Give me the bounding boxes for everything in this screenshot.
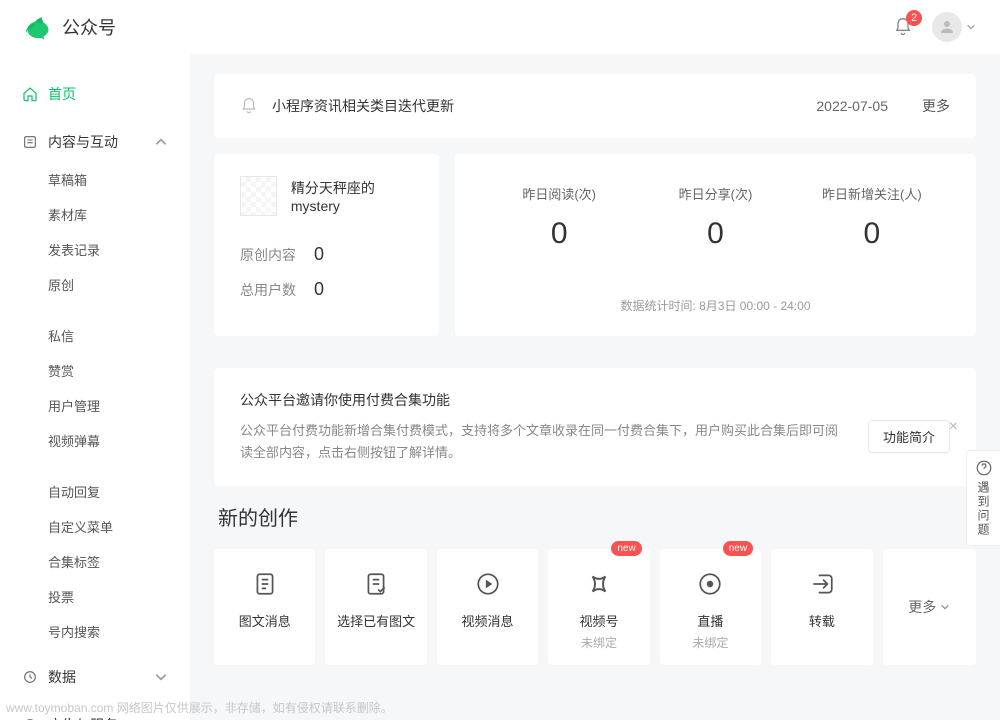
sidebar-group-content[interactable]: 内容与互动	[0, 122, 190, 162]
sidebar-item-reward[interactable]: 赞赏	[48, 353, 190, 388]
invite-button[interactable]: 功能简介	[868, 420, 950, 453]
notice-text[interactable]: 小程序资讯相关类目迭代更新	[272, 96, 802, 116]
notice-date: 2022-07-05	[816, 98, 888, 114]
sidebar-item-vote[interactable]: 投票	[48, 579, 190, 614]
invite-title: 公众平台邀请你使用付费合集功能	[240, 390, 950, 410]
profile-original-row: 原创内容 0	[240, 244, 413, 265]
chevron-down-icon	[940, 602, 950, 612]
footer-watermark: www.toymoban.com 网络图片仅供展示，非存储，如有侵权请联系删除。	[6, 699, 393, 716]
brand: 公众号	[24, 13, 116, 41]
help-sidebar-button[interactable]: 遇到问题	[966, 450, 1000, 546]
sidebar-item-search[interactable]: 号内搜索	[48, 614, 190, 649]
share-icon	[809, 571, 835, 597]
invite-card: 公众平台邀请你使用付费合集功能 公众平台付费功能新增合集付费模式，支持将多个文章…	[214, 368, 976, 486]
new-badge: new	[611, 541, 641, 556]
new-badge: new	[723, 541, 753, 556]
document-icon	[252, 571, 278, 597]
clock-icon	[22, 669, 38, 685]
invite-desc: 公众平台付费功能新增合集付费模式，支持将多个文章收录在同一付费合集下，用户购买此…	[240, 420, 848, 464]
account-name: 精分天秤座的mystery	[291, 178, 413, 214]
sidebar-home[interactable]: 首页	[0, 74, 190, 114]
create-item-channel[interactable]: new 视频号 未绑定	[548, 549, 649, 665]
main: 小程序资讯相关类目迭代更新 2022-07-05 更多 精分天秤座的myster…	[190, 54, 1000, 720]
stat-shares: 昨日分享(次) 0	[637, 176, 793, 287]
sidebar-divider	[48, 302, 190, 318]
bell-icon	[240, 97, 258, 115]
sidebar-group-data[interactable]: 数据	[0, 657, 190, 697]
play-icon	[475, 571, 501, 597]
create-item-video[interactable]: 视频消息	[437, 549, 538, 665]
topbar-actions: 2	[892, 12, 976, 42]
notice-card: 小程序资讯相关类目迭代更新 2022-07-05 更多	[214, 74, 976, 138]
stat-follows: 昨日新增关注(人) 0	[794, 176, 950, 287]
create-section: 新的创作 图文消息 选择已有图文 视频消息 new 视频号	[214, 502, 976, 665]
sidebar-item-menu[interactable]: 自定义菜单	[48, 509, 190, 544]
sidebar: 首页 内容与互动 草稿箱 素材库 发表记录 原创 私信 赞赏 用户管理 视频弹幕…	[0, 54, 190, 720]
topbar: 公众号 2	[0, 0, 1000, 54]
sidebar-item-collection[interactable]: 合集标签	[48, 544, 190, 579]
notice-more[interactable]: 更多	[922, 96, 950, 116]
stats-card: 昨日阅读(次) 0 昨日分享(次) 0 昨日新增关注(人) 0 数据统计时间: …	[455, 154, 976, 336]
stats-foot: 数据统计时间: 8月3日 00:00 - 24:00	[481, 297, 950, 314]
sidebar-home-label: 首页	[48, 84, 168, 104]
sidebar-item-assets[interactable]: 素材库	[48, 197, 190, 232]
sidebar-item-users[interactable]: 用户管理	[48, 388, 190, 423]
record-icon	[697, 571, 723, 597]
sidebar-item-autoreply[interactable]: 自动回复	[48, 474, 190, 509]
notif-badge: 2	[906, 10, 922, 26]
document-check-icon	[363, 571, 389, 597]
account-menu[interactable]	[932, 12, 976, 42]
sidebar-item-drafts[interactable]: 草稿箱	[48, 162, 190, 197]
create-item-repost[interactable]: 转载	[771, 549, 872, 665]
create-title: 新的创作	[218, 502, 976, 531]
notifications-button[interactable]: 2	[892, 16, 914, 38]
account-avatar	[240, 176, 277, 216]
home-icon	[22, 86, 38, 102]
sidebar-item-original[interactable]: 原创	[48, 267, 190, 302]
wechat-logo-icon	[24, 13, 52, 41]
chevron-down-icon	[966, 22, 976, 32]
help-label: 遇到问题	[975, 481, 992, 537]
chevron-down-icon	[154, 670, 168, 684]
create-item-pick[interactable]: 选择已有图文	[325, 549, 426, 665]
sidebar-item-danmu[interactable]: 视频弹幕	[48, 423, 190, 458]
sidebar-item-publish[interactable]: 发表记录	[48, 232, 190, 267]
create-item-article[interactable]: 图文消息	[214, 549, 315, 665]
chevron-up-icon	[154, 135, 168, 149]
create-item-live[interactable]: new 直播 未绑定	[660, 549, 761, 665]
sidebar-divider	[48, 458, 190, 474]
profile-card: 精分天秤座的mystery 原创内容 0 总用户数 0	[214, 154, 439, 336]
avatar-icon	[932, 12, 962, 42]
channel-icon	[586, 571, 612, 597]
create-more[interactable]: 更多	[883, 549, 976, 665]
sidebar-item-dm[interactable]: 私信	[48, 318, 190, 353]
stat-reads: 昨日阅读(次) 0	[481, 176, 637, 287]
help-icon	[975, 459, 993, 477]
close-icon[interactable]: ×	[949, 418, 958, 436]
content-icon	[22, 134, 38, 150]
brand-title: 公众号	[62, 14, 116, 40]
profile-users-row: 总用户数 0	[240, 279, 413, 300]
sidebar-items-content: 草稿箱 素材库 发表记录 原创 私信 赞赏 用户管理 视频弹幕 自动回复 自定义…	[0, 162, 190, 649]
